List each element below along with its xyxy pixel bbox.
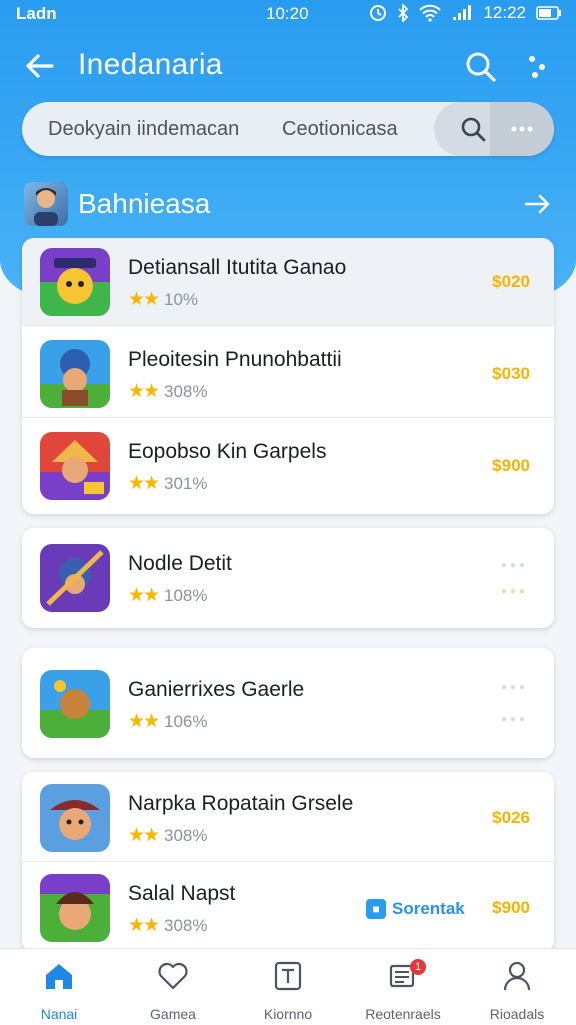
rating-value: 308% xyxy=(164,826,208,845)
search-icon xyxy=(461,117,486,142)
divider xyxy=(22,325,554,326)
list-item[interactable]: Pleoitesin Pnunohbattii ★★ 308% $030 xyxy=(22,330,554,418)
list-item[interactable]: Nodle Detit ★★ 108% ●●● ●●● xyxy=(22,534,554,622)
status-bar: Ladn 10:20 12:22 xyxy=(0,0,576,28)
game-title: Pleoitesin Pnunohbattii xyxy=(128,348,342,371)
battery-label: 12:22 xyxy=(483,3,526,22)
rating-value: 308% xyxy=(164,382,208,401)
price-label[interactable]: $020 xyxy=(492,272,530,292)
clock: 10:20 xyxy=(266,4,309,23)
star-rating-icon: ★★ xyxy=(128,381,160,402)
rating-value: 106% xyxy=(164,712,208,731)
price-label[interactable]: $900 xyxy=(492,898,530,918)
game-thumbnail xyxy=(40,544,110,612)
game-list-card: Nodle Detit ★★ 108% ●●● ●●● xyxy=(22,528,554,628)
text-box-icon xyxy=(274,961,302,991)
arrow-right-icon[interactable] xyxy=(522,188,554,220)
list-item[interactable]: Eopobso Kin Garpels ★★ 301% $900 xyxy=(22,422,554,510)
star-rating-icon: ★★ xyxy=(128,915,160,936)
search-bar[interactable]: Deokyain iindemacan Ceotionicasa xyxy=(22,102,554,156)
section-title: Bahnieasa xyxy=(78,188,211,219)
store-icon: ■ xyxy=(366,899,386,919)
section-header[interactable]: Bahnieasa xyxy=(22,180,554,228)
system-icons: 12:22 xyxy=(369,3,562,23)
placeholder-dots: ●●● xyxy=(500,560,528,571)
nav-label: Rioadals xyxy=(489,1006,545,1022)
list-item[interactable]: Salal Napst ★★ 308% ■ Sorentak $900 xyxy=(22,864,554,952)
nav-home[interactable]: Nanai xyxy=(4,959,114,1023)
app-bar: Inedanaria xyxy=(0,38,576,94)
game-thumbnail xyxy=(40,248,110,316)
star-rating-icon: ★★ xyxy=(128,711,160,732)
game-list-card: Ganierrixes Gaerle ★★ 106% ●●● ●●● xyxy=(22,648,554,758)
star-rating-icon: ★★ xyxy=(128,585,160,606)
star-rating-icon: ★★ xyxy=(128,825,160,846)
placeholder-dots: ●●● xyxy=(500,586,528,597)
game-list-card: Detiansall Itutita Ganao ★★ 10% $020 Ple… xyxy=(22,238,554,514)
game-title: Ganierrixes Gaerle xyxy=(128,678,305,701)
list-item[interactable]: Narpka Ropatain Grsele ★★ 308% $026 xyxy=(22,774,554,862)
notification-badge: 1 xyxy=(410,959,426,975)
game-title: Narpka Ropatain Grsele xyxy=(128,792,354,815)
game-thumbnail xyxy=(40,340,110,408)
star-rating-icon: ★★ xyxy=(128,473,160,494)
bottom-navigation: Nanai Gamea Kiornno 1 Reotenraels Rioada… xyxy=(0,948,576,1025)
game-thumbnail xyxy=(40,432,110,500)
nav-notifications[interactable]: 1 Reotenraels xyxy=(348,959,458,1023)
back-arrow-icon[interactable] xyxy=(22,48,58,84)
nav-label: Reotenraels xyxy=(365,1006,441,1022)
price-label[interactable]: $030 xyxy=(492,364,530,384)
price-label[interactable]: $026 xyxy=(492,808,530,828)
nav-label: Gamea xyxy=(150,1006,196,1022)
game-list-card: Narpka Ropatain Grsele ★★ 308% $026 Sala… xyxy=(22,772,554,952)
rating-value: 108% xyxy=(164,586,208,605)
rating-value: 308% xyxy=(164,916,208,935)
game-thumbnail xyxy=(40,784,110,852)
game-title: Eopobso Kin Garpels xyxy=(128,440,327,463)
nav-reading[interactable]: Kiornno xyxy=(233,959,343,1023)
list-item[interactable]: Ganierrixes Gaerle ★★ 106% ●●● ●●● xyxy=(22,660,554,748)
badge-label: Sorentak xyxy=(392,899,465,918)
section-avatar xyxy=(24,182,68,226)
heart-icon xyxy=(158,962,188,990)
rating-value: 10% xyxy=(164,290,199,309)
game-title: Salal Napst xyxy=(128,882,236,905)
search-options-button[interactable] xyxy=(490,102,554,156)
price-label[interactable]: $900 xyxy=(492,456,530,476)
search-input[interactable]: Deokyain iindemacan xyxy=(48,118,239,141)
carrier-label: Ladn xyxy=(16,4,57,23)
bluetooth-icon xyxy=(398,4,409,22)
list-item[interactable]: Detiansall Itutita Ganao ★★ 10% $020 xyxy=(22,238,554,326)
signal-icon xyxy=(453,5,472,20)
game-title: Nodle Detit xyxy=(128,552,232,575)
more-options-icon[interactable] xyxy=(518,48,554,84)
store-badge[interactable]: ■ Sorentak xyxy=(366,898,465,920)
search-category[interactable]: Ceotionicasa xyxy=(282,118,398,141)
nav-profile[interactable]: Rioadals xyxy=(462,959,572,1023)
divider xyxy=(22,417,554,418)
star-rating-icon: ★★ xyxy=(128,289,160,310)
game-thumbnail xyxy=(40,874,110,942)
game-thumbnail xyxy=(40,670,110,738)
page-title: Inedanaria xyxy=(78,48,223,81)
rating-value: 301% xyxy=(164,474,208,493)
battery-icon xyxy=(536,6,561,20)
search-icon[interactable] xyxy=(462,48,498,84)
nav-label: Nanai xyxy=(40,1006,78,1022)
alarm-icon xyxy=(370,5,387,21)
person-icon xyxy=(503,961,531,991)
nav-label: Kiornno xyxy=(263,1006,313,1022)
divider xyxy=(22,861,554,862)
game-title: Detiansall Itutita Ganao xyxy=(128,256,347,279)
nav-games[interactable]: Gamea xyxy=(118,959,228,1023)
home-icon xyxy=(46,964,72,989)
wifi-icon xyxy=(419,4,442,22)
placeholder-dots: ●●● xyxy=(500,682,528,693)
placeholder-dots: ●●● xyxy=(500,714,528,725)
ellipsis-icon xyxy=(511,126,533,132)
